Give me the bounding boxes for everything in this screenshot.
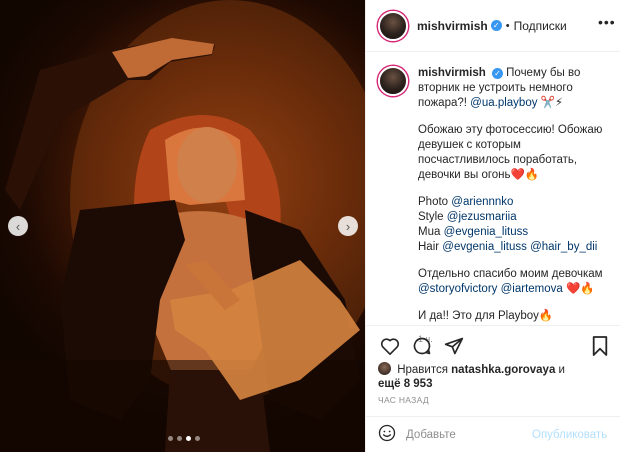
more-options-icon[interactable]: ••• bbox=[598, 14, 616, 30]
following-button[interactable]: Подписки bbox=[514, 19, 567, 33]
post-caption: mishvirmish ✓ Почему бы во вторник не ус… bbox=[378, 66, 614, 344]
mention-link[interactable]: @iartemova bbox=[501, 283, 563, 295]
action-bar bbox=[366, 325, 620, 365]
author-avatar[interactable] bbox=[378, 10, 408, 41]
liker-avatar[interactable] bbox=[378, 362, 391, 375]
likes-prefix: Нравится bbox=[397, 364, 448, 376]
post-photo[interactable]: ‹ › bbox=[0, 0, 365, 452]
post-modal: ‹ › mishvirmish ✓ • Подписки ••• mishvir… bbox=[0, 0, 620, 452]
caption-avatar[interactable] bbox=[378, 66, 408, 96]
heart-icon[interactable] bbox=[378, 334, 402, 358]
carousel-next-button[interactable]: › bbox=[338, 216, 358, 236]
credit-label: Mua bbox=[418, 226, 441, 238]
credit-label: Style bbox=[418, 211, 444, 223]
carousel-indicator bbox=[168, 436, 200, 441]
author-username[interactable]: mishvirmish bbox=[417, 19, 488, 33]
likes-connector: и bbox=[558, 364, 565, 376]
caption-emoji: ✂️⚡ bbox=[540, 97, 564, 109]
liker-username[interactable]: natashka.gorovaya bbox=[451, 364, 555, 376]
carousel-dot bbox=[195, 436, 200, 441]
credit-label: Hair bbox=[418, 241, 440, 253]
caption-text: mishvirmish ✓ Почему бы во вторник не ус… bbox=[418, 66, 614, 324]
mention-link[interactable]: @evgenia_lituss bbox=[444, 226, 529, 238]
comment-bar: Опубликовать bbox=[366, 416, 620, 452]
carousel-prev-button[interactable]: ‹ bbox=[8, 216, 28, 236]
carousel-dot-active bbox=[186, 436, 191, 441]
mention-link[interactable]: @jezusmariia bbox=[447, 211, 517, 223]
caption-username[interactable]: mishvirmish bbox=[418, 67, 486, 79]
photo-illustration bbox=[0, 0, 365, 452]
mention-link[interactable]: @ua.playboy bbox=[470, 97, 537, 109]
mention-link[interactable]: @hair_by_dii bbox=[530, 241, 597, 253]
credits-block: Photo @ariennnko Style @jezusmariia Mua … bbox=[418, 195, 614, 255]
post-timestamp[interactable]: ЧАС НАЗАД bbox=[378, 395, 429, 405]
comment-input[interactable] bbox=[406, 428, 526, 441]
comment-icon[interactable] bbox=[410, 334, 434, 358]
likes-summary: Нравится natashka.gorovaya и ещё 8 953 bbox=[378, 362, 614, 391]
publish-button[interactable]: Опубликовать bbox=[532, 429, 607, 441]
mention-link[interactable]: @ariennnko bbox=[451, 196, 513, 208]
thanks-text: Отдельно спасибо моим девочкам bbox=[418, 268, 603, 280]
caption-final: И да!! Это для Playboy🔥 bbox=[418, 310, 554, 322]
emoji-icon[interactable] bbox=[378, 424, 396, 445]
post-header: mishvirmish ✓ • Подписки ••• bbox=[366, 0, 620, 52]
post-side-panel: mishvirmish ✓ • Подписки ••• mishvirmish… bbox=[365, 0, 620, 452]
thanks-block: Отдельно спасибо моим девочкам @storyofv… bbox=[418, 267, 614, 297]
carousel-dot bbox=[168, 436, 173, 441]
carousel-dot bbox=[177, 436, 182, 441]
bookmark-icon[interactable] bbox=[588, 334, 612, 358]
header-separator: • bbox=[505, 19, 510, 32]
likes-count[interactable]: ещё 8 953 bbox=[378, 378, 432, 390]
verified-badge-icon: ✓ bbox=[490, 20, 502, 31]
verified-badge-icon: ✓ bbox=[491, 68, 503, 79]
share-icon[interactable] bbox=[442, 334, 466, 358]
mention-link[interactable]: @evgenia_lituss bbox=[442, 241, 527, 253]
mention-link[interactable]: @storyofvictory bbox=[418, 283, 497, 295]
credit-label: Photo bbox=[418, 196, 449, 208]
caption-para2: Обожаю эту фотосессию! Обожаю девушек с … bbox=[418, 124, 603, 181]
thanks-emoji: ❤️🔥 bbox=[566, 283, 595, 295]
